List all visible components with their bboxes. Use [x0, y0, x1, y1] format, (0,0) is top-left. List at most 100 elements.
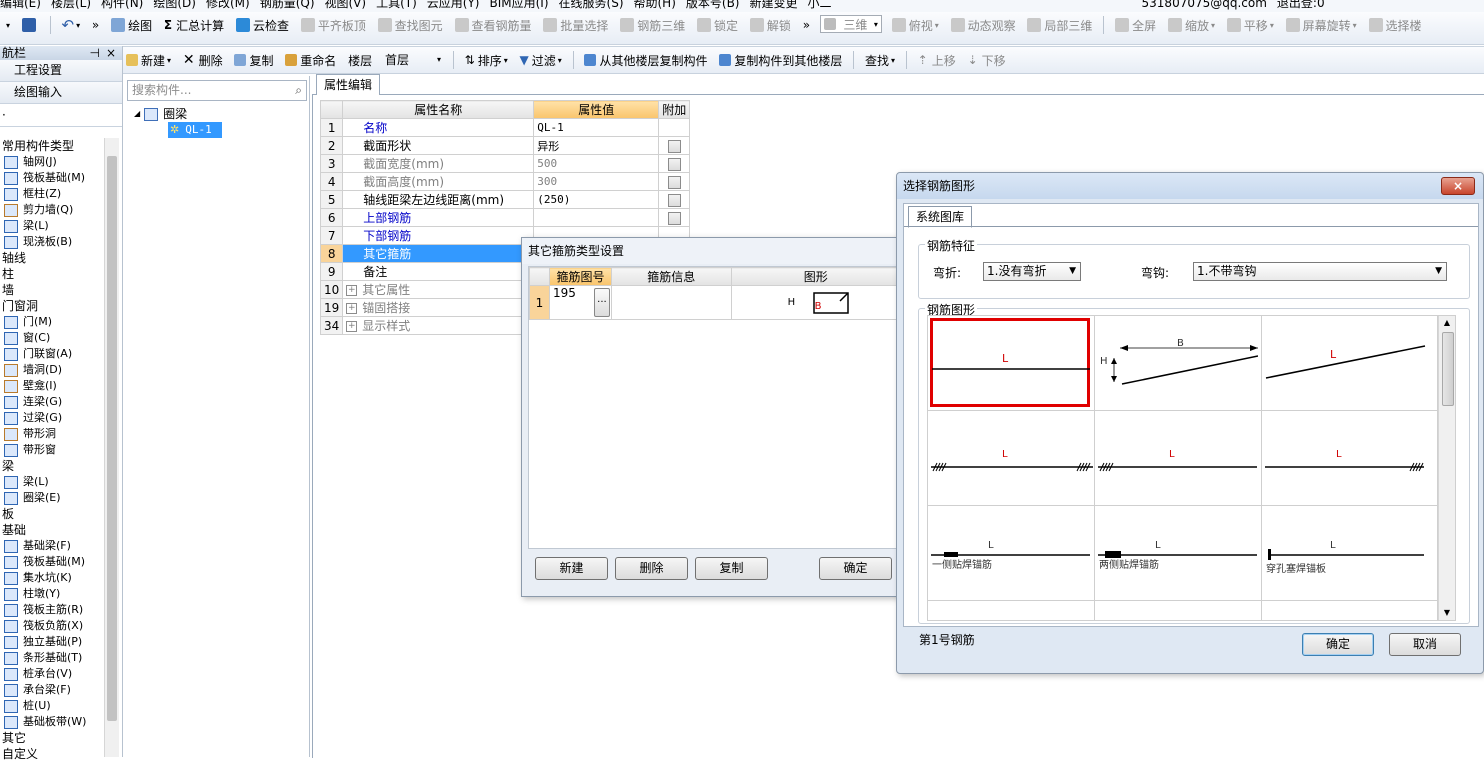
close-icon[interactable]: ×	[1441, 177, 1475, 195]
menu-item[interactable]: 编辑(E)	[0, 0, 41, 9]
new-button[interactable]: 新建 ▾	[122, 47, 175, 73]
property-row[interactable]: 5 轴线距梁左边线距离(mm) (250)	[319, 190, 691, 209]
nav-item[interactable]: 筏板负筋(X)	[0, 618, 104, 634]
draw-button[interactable]: 绘图	[107, 12, 156, 38]
menu-item[interactable]: 修改(M)	[206, 0, 250, 9]
tab-property-edit[interactable]: 属性编辑	[316, 74, 380, 95]
pin-icon[interactable]: ⊣	[90, 46, 100, 60]
nav-item[interactable]: 条形基础(T)	[0, 650, 104, 666]
rebar-shape-11[interactable]	[1095, 601, 1262, 620]
top-view-button[interactable]: 俯视 ▾	[888, 12, 943, 38]
flat-top-button[interactable]: 平齐板顶	[297, 12, 370, 38]
nav-category[interactable]: 板	[0, 506, 104, 522]
component-search-input[interactable]: 搜索构件... ⌕	[127, 80, 307, 101]
property-value[interactable]: (250)	[533, 190, 660, 209]
rebar-shape-8[interactable]: L 两侧贴焊锚筋	[1095, 506, 1262, 601]
extra-checkbox[interactable]	[667, 175, 681, 189]
stirrup-copy-button[interactable]: 复制	[695, 557, 768, 580]
find-element-button[interactable]: 查找图元	[374, 12, 447, 38]
view-mode-select[interactable]: 三维 ▾	[819, 15, 882, 33]
sum-calc-button[interactable]: Σ 汇总计算	[160, 12, 228, 38]
extra-checkbox[interactable]	[667, 193, 681, 207]
more-button-2[interactable]: »	[799, 12, 814, 38]
nav-item[interactable]: 圈梁(E)	[0, 490, 104, 506]
property-value[interactable]	[533, 208, 660, 227]
nav-item[interactable]: 梁(L)	[0, 218, 104, 234]
nav-item[interactable]: 壁龛(I)	[0, 378, 104, 394]
rebar-shape-1[interactable]: L	[928, 316, 1095, 411]
gallery-scroll-thumb[interactable]	[1442, 332, 1454, 406]
nav-item[interactable]: 基础梁(F)	[0, 538, 104, 554]
nav-item[interactable]: 门联窗(A)	[0, 346, 104, 362]
nav-item[interactable]: 连梁(G)	[0, 394, 104, 410]
rebar-shape-10[interactable]	[928, 601, 1095, 620]
nav-category[interactable]: 墙	[0, 282, 104, 298]
rebar-shape-9[interactable]: L 穿孔塞焊锚板	[1262, 506, 1438, 601]
stirrup-info-cell[interactable]	[610, 285, 732, 320]
layout-dropdown[interactable]: ▾	[0, 12, 14, 38]
menu-item[interactable]: 云应用(Y)	[427, 0, 480, 9]
copy-from-floor-button[interactable]: 从其他楼层复制构件	[580, 47, 711, 73]
sort-button[interactable]: ⇅ 排序 ▾	[461, 47, 512, 73]
menu-item[interactable]: BIM应用(I)	[489, 0, 548, 9]
menu-item[interactable]: 帮助(H)	[634, 0, 676, 9]
stirrup-ok-button[interactable]: 确定	[819, 557, 892, 580]
find-button[interactable]: 查找 ▾	[861, 47, 899, 73]
local-3d-button[interactable]: 局部三维	[1023, 12, 1096, 38]
nav-item[interactable]: 集水坑(K)	[0, 570, 104, 586]
nav-category[interactable]: 柱	[0, 266, 104, 282]
rebar-cancel-button[interactable]: 取消	[1389, 633, 1461, 656]
search-icon[interactable]: ⌕	[295, 81, 302, 100]
rebar-shape-5[interactable]: L	[1095, 411, 1262, 506]
project-settings-button[interactable]: 工程设置	[0, 60, 122, 82]
nav-item[interactable]: 轴网(J)	[0, 154, 104, 170]
stirrup-shape-no-cell[interactable]: 195 ...	[548, 285, 612, 320]
menu-item[interactable]: 版本号(B)	[686, 0, 740, 9]
menu-item[interactable]: 新建变更	[750, 0, 798, 9]
draw-input-button[interactable]: 绘图输入	[0, 82, 122, 104]
property-value[interactable]: QL-1	[533, 118, 660, 137]
rebar-ok-button[interactable]: 确定	[1302, 633, 1374, 656]
floor-select[interactable]: 首层 ▾	[382, 50, 444, 68]
nav-item[interactable]: 现浇板(B)	[0, 234, 104, 250]
gallery-scrollbar[interactable]: ▲ ▼	[1438, 316, 1455, 620]
bend-select[interactable]: 1.没有弯折 ▼	[983, 262, 1081, 281]
scroll-down-icon[interactable]: ▼	[1439, 606, 1455, 620]
close-icon[interactable]: ×	[106, 46, 116, 60]
move-down-button[interactable]: ⇣ 下移	[964, 47, 1010, 73]
menu-item[interactable]: 531807075@qq.com	[1142, 0, 1267, 9]
cloud-check-button[interactable]: 云检查	[232, 12, 293, 38]
menu-item[interactable]: 在线服务(S)	[559, 0, 624, 9]
nav-item[interactable]: 独立基础(P)	[0, 634, 104, 650]
tree-node-ring-beam[interactable]: ◢ 圈梁	[134, 106, 222, 122]
menu-item[interactable]: 退出登:0	[1277, 0, 1325, 9]
property-value[interactable]: 300	[533, 172, 660, 191]
nav-item[interactable]: 窗(C)	[0, 330, 104, 346]
hook-select[interactable]: 1.不带弯钩 ▼	[1193, 262, 1447, 281]
rebar-shape-4[interactable]: L	[928, 411, 1095, 506]
nav-item[interactable]: 带形窗	[0, 442, 104, 458]
property-row[interactable]: 2 截面形状 异形	[319, 136, 691, 155]
menu-item[interactable]: 绘图(D)	[153, 0, 196, 9]
nav-item[interactable]: 带形洞	[0, 426, 104, 442]
menu-item[interactable]: 视图(V)	[325, 0, 367, 9]
menu-item[interactable]: 楼层(L)	[51, 0, 91, 9]
rotate-button[interactable]: 屏幕旋转 ▾	[1282, 12, 1361, 38]
collapse-icon[interactable]: ◢	[134, 106, 140, 122]
lock-button[interactable]: 锁定	[693, 12, 742, 38]
nav-category[interactable]: 轴线	[0, 250, 104, 266]
rebar-shape-3[interactable]: L	[1262, 316, 1438, 411]
move-up-button[interactable]: ⇡ 上移	[914, 47, 960, 73]
more-button[interactable]: »	[88, 12, 103, 38]
rebar-3d-button[interactable]: 钢筋三维	[616, 12, 689, 38]
property-row[interactable]: 3 截面宽度(mm) 500	[319, 154, 691, 173]
property-value[interactable]: 异形	[533, 136, 660, 155]
nav-item[interactable]: 承台梁(F)	[0, 682, 104, 698]
nav-category[interactable]: 自定义	[0, 746, 104, 762]
nav-scrollbar[interactable]	[104, 138, 119, 757]
nav-category[interactable]: 基础	[0, 522, 104, 538]
nav-item[interactable]: 门(M)	[0, 314, 104, 330]
nav-item[interactable]: 基础板带(W)	[0, 714, 104, 730]
rename-button[interactable]: 重命名	[281, 47, 340, 73]
scroll-up-icon[interactable]: ▲	[1439, 316, 1455, 330]
